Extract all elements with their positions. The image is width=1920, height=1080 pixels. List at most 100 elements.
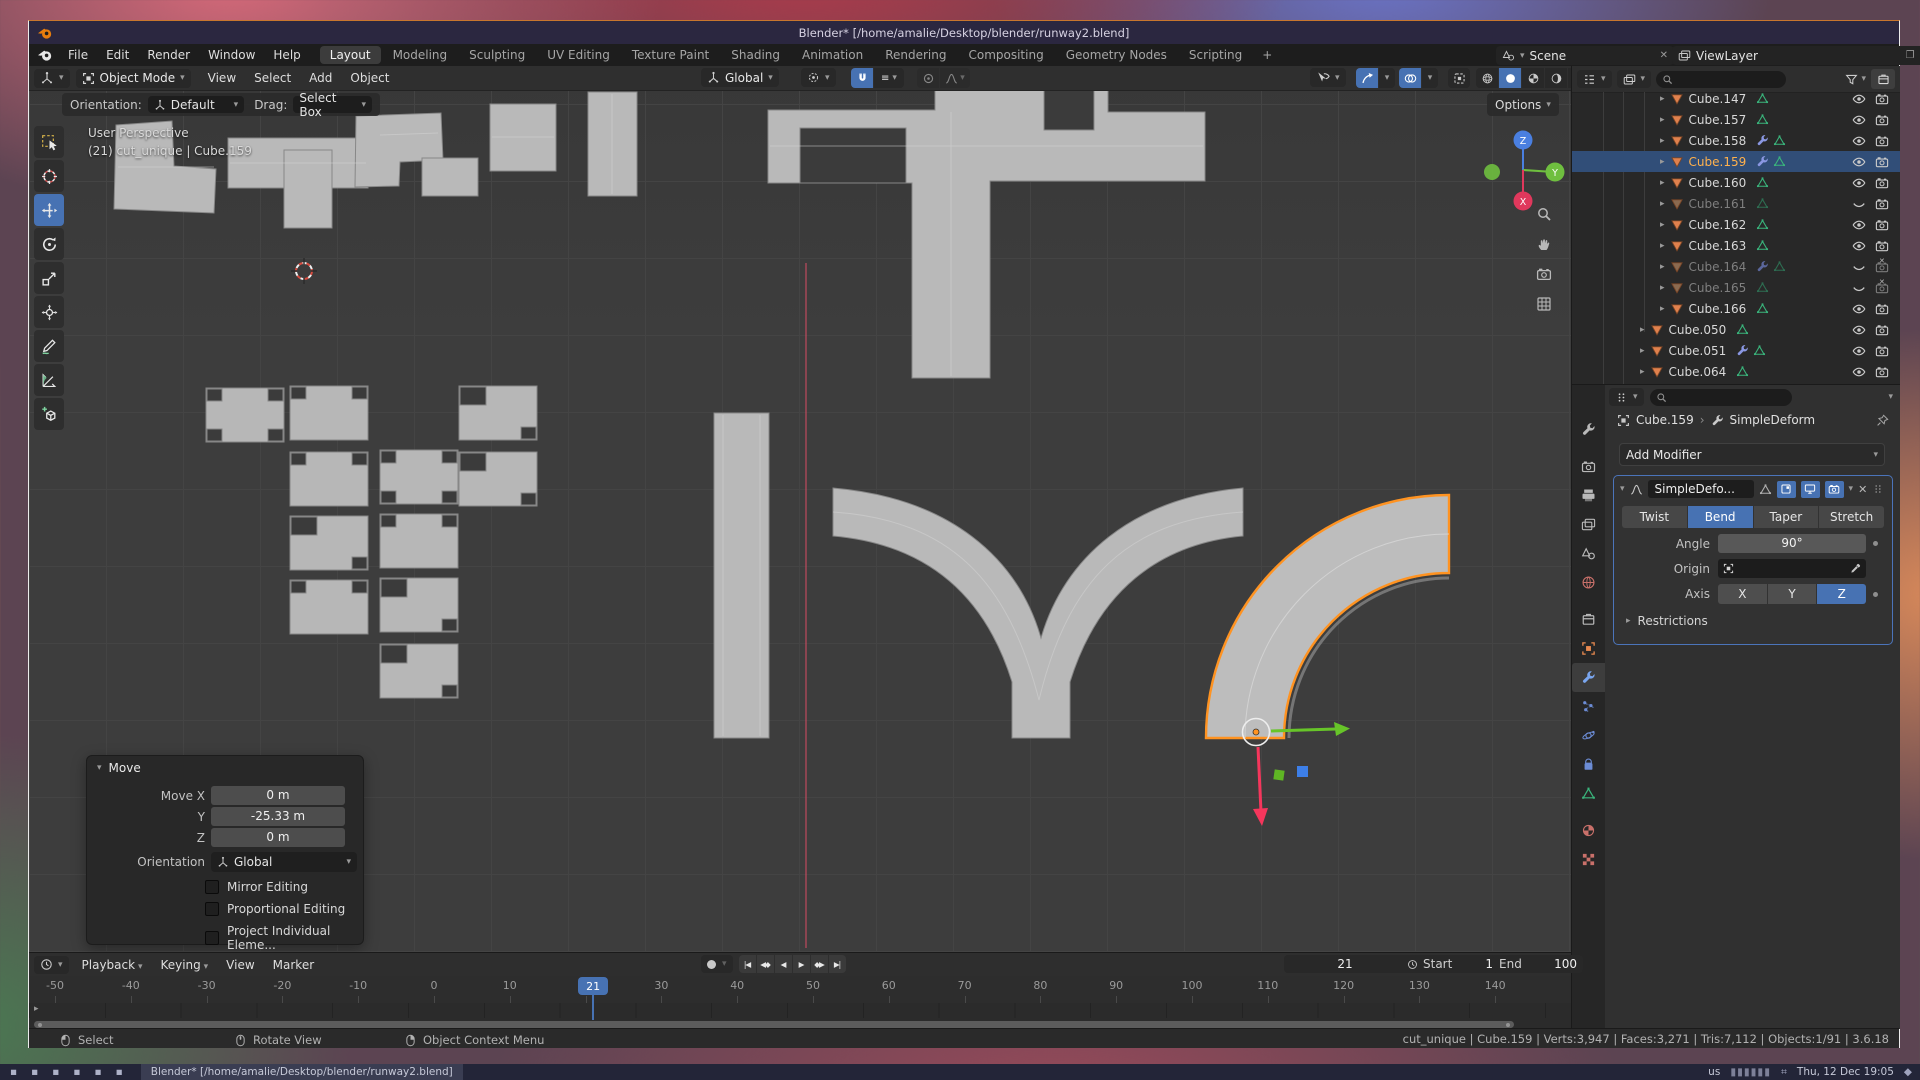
disable-render-icon[interactable] — [1875, 323, 1889, 337]
editor-type-button[interactable]: ▾ — [34, 69, 70, 88]
object-name[interactable]: Cube.160 — [1689, 176, 1747, 190]
hide-eye-icon[interactable] — [1852, 302, 1866, 316]
outliner-row[interactable]: ▸Cube.051 — [1572, 340, 1900, 361]
road-tile-tee[interactable] — [380, 514, 458, 568]
play-button[interactable]: ▶ — [793, 955, 810, 973]
navigation-gizmo[interactable]: Z Y X — [1478, 126, 1568, 216]
pivot-point-button[interactable]: ▾ — [801, 68, 836, 87]
workspace-tab-modeling[interactable]: Modeling — [383, 46, 458, 64]
scene-browse-chevron[interactable]: ▾ — [1520, 51, 1525, 61]
disable-render-icon[interactable] — [1875, 113, 1889, 127]
expand-chevron-icon[interactable]: ▸ — [1660, 136, 1665, 146]
checkbox-mirror-editing[interactable] — [205, 880, 219, 894]
disable-render-icon[interactable] — [1875, 134, 1889, 148]
axis-button-x[interactable]: X — [1718, 584, 1767, 604]
modifier-expand-chevron[interactable]: ▾ — [1620, 484, 1625, 494]
pan-widget[interactable] — [1536, 236, 1552, 252]
angle-animate-dot[interactable] — [1873, 541, 1878, 546]
move-field-value[interactable]: 0 m — [211, 828, 345, 847]
shading-material-button[interactable] — [1522, 68, 1544, 88]
restrictions-section[interactable]: ▸Restrictions — [1626, 614, 1708, 628]
properties-tab-render[interactable] — [1572, 452, 1605, 481]
road-tile-tee[interactable] — [290, 580, 368, 634]
timeline-menu-playback[interactable]: Playback ▾ — [73, 958, 152, 972]
modifier-close-icon[interactable]: ✕ — [1858, 483, 1867, 496]
camera-view-widget[interactable] — [1536, 266, 1552, 282]
outliner-row[interactable]: ▸Cube.165✕ — [1572, 277, 1900, 298]
object-name[interactable]: Cube.164 — [1689, 260, 1747, 274]
realtime-toggle[interactable] — [1801, 481, 1820, 498]
ortho-toggle-widget[interactable] — [1536, 296, 1552, 312]
mesh-data-icon[interactable] — [1756, 176, 1769, 189]
shading-rendered-button[interactable] — [1545, 68, 1567, 88]
mesh-data-icon[interactable] — [1736, 365, 1749, 378]
hide-eye-icon[interactable] — [1852, 176, 1866, 190]
outliner-row[interactable]: ▸Cube.050 — [1572, 319, 1900, 340]
timeline-channel-area[interactable]: ▸ — [29, 1003, 1571, 1018]
expand-chevron-icon[interactable]: ▸ — [1640, 367, 1645, 377]
road-tile-corner[interactable] — [380, 644, 458, 698]
workspace-tab-uv-editing[interactable]: UV Editing — [537, 46, 620, 64]
frame-start-field[interactable]: Start 1 — [1401, 955, 1499, 973]
mesh-data-icon[interactable] — [1756, 239, 1769, 252]
timeline-menu-keying[interactable]: Keying ▾ — [151, 958, 217, 972]
disable-render-icon[interactable] — [1875, 218, 1889, 232]
outliner-row[interactable]: ▸Cube.162 — [1572, 214, 1900, 235]
road-tile-corner[interactable] — [380, 578, 458, 632]
timeline-editor-type-button[interactable]: ▾ — [34, 956, 69, 974]
workspace-tab-texture-paint[interactable]: Texture Paint — [622, 46, 719, 64]
add-workspace-button[interactable]: + — [1252, 46, 1282, 64]
launcher-terminal-icon[interactable]: ▪ — [52, 1066, 59, 1078]
hide-eye-icon[interactable] — [1852, 239, 1866, 253]
tool-drag-dropdown[interactable]: Select Box ▾ — [293, 96, 372, 113]
tool-cursor[interactable] — [34, 160, 64, 192]
zoom-widget[interactable] — [1536, 206, 1552, 222]
outliner-row[interactable]: ▸Cube.161 — [1572, 193, 1900, 214]
move-panel-header[interactable]: ▾Move — [87, 756, 363, 780]
expand-chevron-icon[interactable]: ▸ — [1660, 283, 1665, 293]
overlays-dropdown[interactable]: ▾ — [1422, 68, 1438, 88]
pin-icon[interactable] — [1876, 414, 1889, 427]
modifier-extras-chevron[interactable]: ▾ — [1849, 484, 1854, 494]
launcher-files-icon[interactable]: ▪ — [31, 1066, 38, 1078]
disable-render-icon[interactable] — [1875, 155, 1889, 169]
modifier-name-field[interactable]: SimpleDefo... — [1648, 480, 1754, 498]
deform-mode-bend[interactable]: Bend — [1688, 506, 1753, 528]
workspace-tab-layout[interactable]: Layout — [320, 46, 381, 64]
render-toggle[interactable] — [1825, 481, 1844, 498]
breadcrumb-modifier[interactable]: SimpleDeform — [1730, 413, 1816, 427]
clock[interactable]: Thu, 12 Dec 19:05 — [1797, 1066, 1894, 1078]
expand-chevron-icon[interactable]: ▸ — [1660, 220, 1665, 230]
disable-render-icon[interactable] — [1875, 176, 1889, 190]
axis-animate-dot[interactable] — [1873, 592, 1878, 597]
disable-render-icon[interactable] — [1875, 197, 1889, 211]
properties-editor-type-button[interactable]: ▾ — [1609, 388, 1644, 406]
modifier-wrench-icon[interactable] — [1736, 344, 1749, 357]
timeline-ruler[interactable]: -50-40-30-20-100102030405060708090100110… — [29, 976, 1571, 1004]
axis-button-z[interactable]: Z — [1817, 584, 1866, 604]
hidden-eye-icon[interactable] — [1852, 260, 1866, 274]
expand-chevron-icon[interactable]: ▸ — [1660, 304, 1665, 314]
mesh-data-icon[interactable] — [1756, 218, 1769, 231]
workspace-tab-sculpting[interactable]: Sculpting — [459, 46, 535, 64]
mesh-data-icon[interactable] — [1756, 197, 1769, 210]
properties-tab-object[interactable] — [1572, 634, 1605, 663]
edit-mode-toggle-icon[interactable] — [1759, 483, 1772, 496]
jump-to-start-button[interactable]: |◀ — [739, 955, 756, 973]
properties-tab-output[interactable] — [1572, 481, 1605, 510]
menu-file[interactable]: File — [59, 48, 97, 62]
hidden-eye-icon[interactable] — [1852, 197, 1866, 211]
tool-annotate[interactable] — [34, 330, 64, 362]
transform-orientation[interactable]: Global▾ — [701, 68, 779, 87]
notification-icon[interactable]: ◆ — [1904, 1066, 1912, 1078]
expand-chevron-icon[interactable]: ▸ — [1660, 178, 1665, 188]
taskbar-window-button[interactable]: Blender* [/home/amalie/Desktop/blender/r… — [141, 1064, 463, 1080]
launcher-download-icon[interactable]: ▪ — [116, 1066, 123, 1078]
snap-toggle[interactable] — [851, 68, 873, 88]
deform-mode-twist[interactable]: Twist — [1622, 506, 1687, 528]
checkbox-project-individual-eleme-[interactable] — [205, 931, 219, 945]
expand-chevron-icon[interactable]: ▸ — [1660, 262, 1665, 272]
options-button[interactable]: Options▾ — [1487, 93, 1559, 116]
tool-transform[interactable] — [34, 296, 64, 328]
modifier-wrench-icon[interactable] — [1756, 260, 1769, 273]
